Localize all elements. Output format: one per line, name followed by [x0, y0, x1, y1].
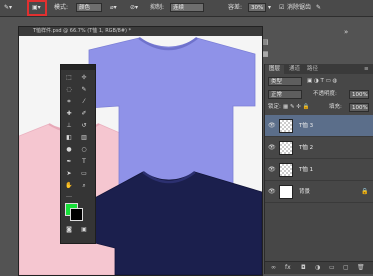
lock-icons[interactable]: ▦ ✎ ✢ 🔒: [283, 101, 310, 113]
lock-label: 锁定:: [268, 104, 281, 110]
mask-icon[interactable]: ◘: [301, 264, 306, 271]
healing-icon[interactable]: ✚: [64, 109, 74, 119]
panel-tabs: 图层 通道 路径 ≡: [265, 64, 373, 74]
highlight-box: [27, 0, 47, 16]
antialias-checkbox[interactable]: ☑: [279, 3, 284, 13]
adjustment-icon[interactable]: ◑: [315, 264, 320, 271]
opacity-label: 不透明度:: [313, 91, 337, 97]
tolerance-dropdown-icon[interactable]: ▾: [268, 3, 271, 13]
pen-icon[interactable]: ✎: [316, 3, 321, 13]
shape-icon[interactable]: ▭: [79, 169, 89, 179]
eyedropper-icon[interactable]: ⁄: [79, 97, 89, 107]
lock-row: 锁定: ▦ ✎ ✢ 🔒 填充: 100%: [265, 101, 373, 113]
mode-label: 模式:: [54, 4, 69, 11]
path-select-icon[interactable]: ➤: [64, 169, 74, 179]
more-tools-icon[interactable]: …: [64, 191, 74, 201]
trash-icon[interactable]: 🗑: [357, 264, 365, 271]
layer-thumbnail: [279, 185, 293, 199]
background-color-swatch[interactable]: [70, 208, 83, 221]
layer-row[interactable]: 👁 T恤 2: [265, 137, 373, 159]
layer-row[interactable]: 👁 背景 🔒: [265, 181, 373, 203]
brush-icon[interactable]: ⌀▾: [110, 3, 117, 13]
marquee-icon[interactable]: ⬚: [64, 73, 74, 83]
move-icon[interactable]: ✢: [79, 73, 89, 83]
screen-mode-icon[interactable]: ▣: [79, 225, 89, 235]
visibility-eye-icon[interactable]: 👁: [268, 144, 276, 151]
layer-thumbnail: [279, 141, 293, 155]
filter-row: 类型 ▣ ◑ T ▭ ◍: [265, 75, 373, 87]
tshirt-artwork: [19, 36, 262, 275]
group-icon[interactable]: ▭: [329, 264, 335, 271]
layer-name[interactable]: T恤 3: [299, 121, 313, 129]
kind-filter-select[interactable]: 类型: [268, 76, 302, 86]
blend-row: 正常 不透明度: 100%: [265, 88, 373, 100]
layer-name[interactable]: 背景: [299, 187, 310, 195]
tools-panel: ⬚ ✢ ◌ ✎ ⌗ ⁄ ✚ ✐ ⊥ ↺ ◧ ▥ ● ○ ✒ T ➤ ▭ ✋ ⌕ …: [60, 64, 96, 244]
brush-tool-icon[interactable]: ✐: [79, 109, 89, 119]
layers-bottom-bar: ∞ fx ◘ ◑ ▭ ▢ 🗑: [265, 261, 373, 274]
options-bar: ✎▾ ▣▾ 模式: 颜色 ⌀▾ ⊘▾ 抑制: 连续 容差: 30% ▾ ☑ 消除…: [0, 0, 373, 17]
eraser-icon[interactable]: ◧: [64, 133, 74, 143]
quick-select-icon[interactable]: ✎: [79, 85, 89, 95]
filter-icons[interactable]: ▣ ◑ T ▭ ◍: [307, 75, 337, 87]
tab-channels[interactable]: 通道: [289, 65, 300, 74]
erase-icon[interactable]: ⊘▾: [130, 3, 138, 13]
tab-layers[interactable]: 图层: [265, 65, 285, 74]
layer-row[interactable]: 👁 T恤 1: [265, 159, 373, 181]
blend-mode-select[interactable]: 正常: [268, 89, 302, 99]
tools-panel-header[interactable]: [61, 65, 95, 70]
layer-name[interactable]: T恤 2: [299, 143, 313, 151]
layer-row[interactable]: 👁 T恤 3: [265, 115, 373, 137]
panel-collapse-icon[interactable]: »: [344, 28, 348, 36]
antialias-label: 消除锯齿: [287, 4, 312, 11]
type-icon[interactable]: T: [79, 157, 89, 167]
stamp-icon[interactable]: ⊥: [64, 121, 74, 131]
document-window: T恤样件.psd @ 66.7% (T恤 1, RGB/8#) *: [18, 26, 263, 276]
quick-mask-icon[interactable]: ◙: [64, 225, 74, 235]
layers-panel: 图层 通道 路径 ≡ 类型 ▣ ◑ T ▭ ◍ 正常 不透明度: 100% 锁定…: [264, 64, 373, 274]
lock-icon: 🔒: [361, 188, 369, 195]
zoom-icon[interactable]: ⌕: [79, 181, 89, 191]
opacity-field[interactable]: 100%: [349, 89, 369, 99]
link-icon[interactable]: ∞: [271, 264, 276, 271]
panel-menu-icon[interactable]: ≡: [364, 65, 369, 74]
pen-tool-icon[interactable]: ✒: [64, 157, 74, 167]
crop-icon[interactable]: ⌗: [64, 97, 74, 107]
layer-thumbnail: [279, 119, 293, 133]
dodge-icon[interactable]: ○: [79, 145, 89, 155]
canvas[interactable]: [19, 36, 262, 275]
hand-icon[interactable]: ✋: [64, 181, 74, 191]
visibility-eye-icon[interactable]: 👁: [268, 166, 276, 173]
smoothing-label: 抑制:: [150, 4, 165, 11]
layer-name[interactable]: T恤 1: [299, 165, 313, 173]
tolerance-field[interactable]: 30%: [248, 3, 266, 12]
document-title[interactable]: T恤样件.psd @ 66.7% (T恤 1, RGB/8#) *: [19, 27, 262, 36]
fx-icon[interactable]: fx: [285, 264, 291, 271]
lasso-icon[interactable]: ◌: [64, 85, 74, 95]
new-layer-icon[interactable]: ▢: [343, 264, 349, 271]
smoothing-select[interactable]: 连续: [170, 3, 204, 12]
layer-thumbnail: [279, 163, 293, 177]
history-brush-icon[interactable]: ↺: [79, 121, 89, 131]
blur-icon[interactable]: ●: [64, 145, 74, 155]
fill-label: 填充:: [329, 104, 342, 110]
visibility-eye-icon[interactable]: 👁: [268, 122, 276, 129]
tolerance-label: 容差:: [228, 4, 243, 11]
fill-field[interactable]: 100%: [349, 102, 369, 112]
visibility-eye-icon[interactable]: 👁: [268, 188, 276, 195]
mode-select[interactable]: 颜色: [76, 3, 102, 12]
gradient-icon[interactable]: ▥: [79, 133, 89, 143]
tab-paths[interactable]: 路径: [307, 65, 318, 74]
quick-selection-icon[interactable]: ✎▾: [4, 3, 12, 13]
